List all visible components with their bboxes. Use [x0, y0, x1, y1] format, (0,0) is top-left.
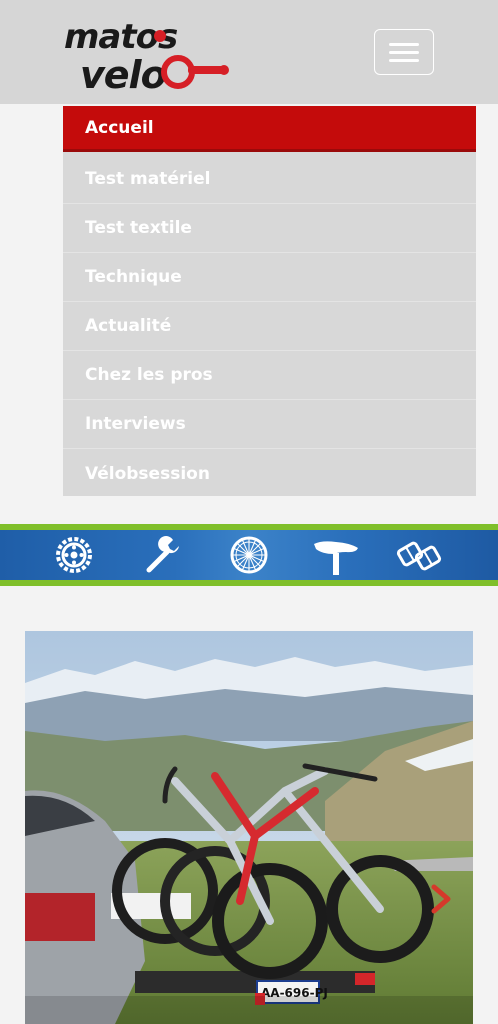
nav-item-velobsession[interactable]: Vélobsession [63, 449, 476, 498]
nav-item-technique[interactable]: Technique [63, 253, 476, 302]
nav-item-chez-les-pros[interactable]: Chez les pros [63, 351, 476, 400]
nav-item-interviews[interactable]: Interviews [63, 400, 476, 449]
main-nav-dropdown: Accueil Test matériel Test textile Techn… [63, 106, 476, 496]
saddle-icon[interactable] [312, 534, 360, 576]
wheel-icon[interactable] [228, 534, 270, 576]
nav-item-test-textile[interactable]: Test textile [63, 204, 476, 253]
wrench-icon[interactable] [143, 534, 185, 576]
nav-item-label: Chez les pros [85, 365, 213, 385]
nav-item-actualite[interactable]: Actualité [63, 302, 476, 351]
chainring-icon[interactable] [53, 534, 95, 576]
pedals-icon[interactable] [396, 534, 442, 576]
nav-item-label: Test textile [85, 218, 192, 238]
nav-item-label: Actualité [85, 316, 172, 336]
slider-next-arrow-icon[interactable] [428, 883, 454, 915]
menu-toggle-button[interactable] [374, 29, 434, 75]
nav-item-label: Accueil [85, 117, 154, 138]
nav-item-label: Vélobsession [85, 463, 210, 484]
site-header: matos velo [0, 0, 498, 104]
logo-chainring-icon [161, 55, 195, 89]
nav-item-test-materiel[interactable]: Test matériel [63, 155, 476, 204]
nav-item-accueil[interactable]: Accueil [63, 106, 476, 152]
nav-item-label: Technique [85, 267, 182, 287]
band-stripe-bottom [0, 580, 498, 586]
site-logo[interactable]: matos velo [60, 14, 232, 96]
hero-slider[interactable]: AA-696-PJ [25, 631, 473, 1024]
nav-item-label: Test matériel [85, 169, 211, 189]
nav-item-label: Interviews [85, 414, 186, 434]
hero-image: AA-696-PJ [25, 631, 473, 1024]
logo-word-velo: velo [80, 53, 166, 96]
